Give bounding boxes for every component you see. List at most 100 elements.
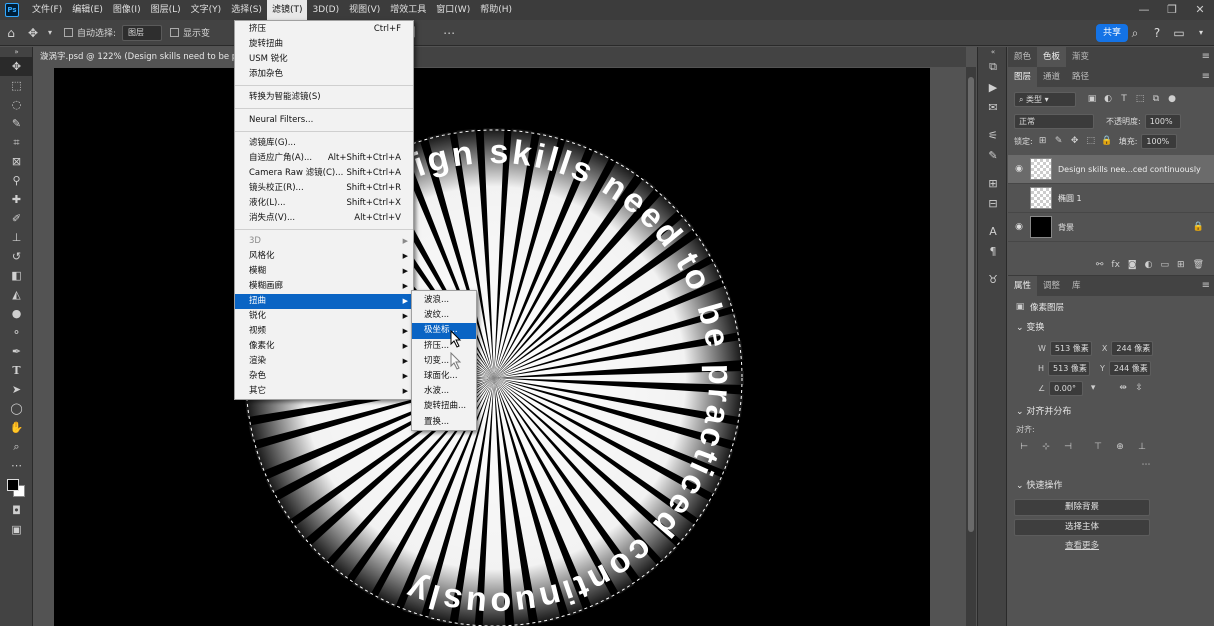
filter-menu-item[interactable]: 风格化 ▶ — [235, 249, 413, 264]
filter-shape-icon[interactable]: ⬚ — [1134, 94, 1146, 104]
character-icon[interactable]: A — [978, 221, 1008, 241]
paint-bucket-tool-icon[interactable]: ◭ — [0, 285, 33, 304]
crop-tool-icon[interactable]: ⌗ — [0, 133, 33, 152]
opacity-field[interactable]: 100% — [1144, 113, 1181, 129]
play-actions-icon[interactable]: ▶ — [978, 77, 1008, 97]
chevron-down-icon[interactable]: ▾ — [1087, 383, 1099, 393]
menu-layer[interactable]: 图层(L) — [146, 0, 186, 20]
panel-collapse-icon[interactable]: « — [978, 47, 1008, 57]
tab-layers[interactable]: 图层 — [1008, 67, 1038, 87]
filter-menu-item[interactable]: Camera Raw 滤镜(C)... Shift+Ctrl+A — [235, 166, 413, 181]
fill-field[interactable]: 100% — [1141, 133, 1178, 149]
filter-toggle-icon[interactable]: ● — [1166, 94, 1178, 104]
align-bottom-icon[interactable]: ⊥ — [1136, 442, 1148, 452]
angle-field[interactable]: 0.00° — [1049, 380, 1084, 396]
filter-menu-item[interactable]: 旋转扭曲 — [235, 37, 413, 52]
quick-mask-icon[interactable]: ◘ — [0, 501, 33, 520]
link-layers-icon[interactable]: ⚯ — [1096, 260, 1104, 270]
filter-adjustment-icon[interactable]: ◐ — [1102, 94, 1114, 104]
auto-select-checkbox[interactable] — [64, 28, 73, 37]
see-more-link[interactable]: 查看更多 — [1014, 539, 1150, 551]
filter-menu-item[interactable]: 杂色 ▶ — [235, 369, 413, 384]
layer-style-icon[interactable]: fx — [1111, 260, 1120, 270]
toolbar-collapse-icon[interactable]: » — [0, 47, 33, 57]
hand-tool-icon[interactable]: ✋ — [0, 418, 33, 437]
eye-icon[interactable]: ◉ — [1008, 164, 1030, 174]
brush-tool-icon[interactable]: ✐ — [0, 209, 33, 228]
chevron-down-icon[interactable]: ▾ — [44, 22, 56, 44]
document-canvas[interactable]: Design skills need to be practiced conti… — [54, 68, 930, 626]
puppet-icon[interactable]: ♉ — [978, 269, 1008, 289]
filter-menu-item[interactable]: 自适应广角(A)... Alt+Shift+Ctrl+A — [235, 151, 413, 166]
layer-row-background[interactable]: ◉ 背景 🔒 — [1008, 213, 1214, 242]
layer-kind-filter[interactable]: ⌕ 类型 ▾ — [1014, 91, 1076, 107]
menu-view[interactable]: 视图(V) — [344, 0, 385, 20]
align-right-icon[interactable]: ⊣ — [1062, 442, 1074, 452]
x-field[interactable]: 244 像素 — [1111, 340, 1154, 356]
history-brush-tool-icon[interactable]: ↺ — [0, 247, 33, 266]
document-tab[interactable]: 漩涡字.psd @ 122% (Design skills need to be… — [34, 47, 234, 67]
eye-icon[interactable]: ◉ — [1008, 222, 1030, 232]
minimize-icon[interactable]: — — [1130, 0, 1158, 20]
tab-swatches[interactable]: 色板 — [1037, 47, 1067, 67]
filter-menu-item[interactable]: 液化(L)... Shift+Ctrl+X — [235, 196, 413, 211]
lock-all-icon[interactable]: 🔒 — [1101, 136, 1113, 146]
align-section-title[interactable]: ⌄ 对齐并分布 — [1008, 402, 1214, 422]
healing-brush-tool-icon[interactable]: ✚ — [0, 190, 33, 209]
foreground-color-swatch[interactable] — [7, 479, 19, 491]
more-options-icon[interactable]: ⋯ — [1140, 460, 1152, 470]
flip-horizontal-icon[interactable]: ⇹ — [1117, 383, 1129, 393]
tab-paths[interactable]: 路径 — [1066, 67, 1095, 87]
frame-tool-icon[interactable]: ⊠ — [0, 152, 33, 171]
delete-layer-icon[interactable]: 🗑 — [1193, 260, 1204, 270]
filter-menu-item[interactable]: 其它 ▶ — [235, 384, 413, 399]
chevron-down-icon[interactable]: ▾ — [1194, 24, 1208, 42]
lock-transparent-icon[interactable]: ⊞ — [1037, 136, 1049, 146]
pen-tool-icon[interactable]: ✒ — [0, 342, 33, 361]
new-group-icon[interactable]: ▭ — [1161, 260, 1170, 270]
path-selection-tool-icon[interactable]: ➤ — [0, 380, 33, 399]
quick-actions-title[interactable]: ⌄ 快速操作 — [1008, 476, 1214, 496]
filter-menu-item[interactable]: 像素化 ▶ — [235, 339, 413, 354]
more-tools-icon[interactable]: ⋯ — [0, 456, 33, 475]
menu-filter[interactable]: 滤镜(T) — [266, 0, 308, 20]
layer-row-ellipse[interactable]: ◉ 椭圆 1 — [1008, 184, 1214, 213]
align-top-icon[interactable]: ⊤ — [1092, 442, 1104, 452]
filter-menu-item[interactable]: 镜头校正(R)... Shift+Ctrl+R — [235, 181, 413, 196]
distort-submenu-item[interactable]: 旋转扭曲... — [412, 399, 476, 414]
share-button[interactable]: 共享 — [1096, 24, 1128, 42]
filter-menu-item[interactable]: 渲染 ▶ — [235, 354, 413, 369]
filter-menu-item[interactable]: 转换为智能滤镜(S) — [235, 90, 413, 105]
canvas-area[interactable]: Design skills need to be practiced conti… — [34, 67, 966, 626]
panel-menu-icon[interactable]: ≡ — [1202, 47, 1210, 67]
scrollbar-thumb[interactable] — [968, 77, 974, 532]
filter-type-icon[interactable]: T — [1118, 94, 1130, 104]
more-options-icon[interactable]: ⋯ — [438, 22, 460, 44]
show-transform-checkbox[interactable] — [170, 28, 180, 37]
tab-libraries[interactable]: 库 — [1066, 276, 1087, 296]
clone-stamp-tool-icon[interactable]: ⊥ — [0, 228, 33, 247]
blend-mode-dropdown[interactable]: 正常 — [1014, 113, 1094, 129]
brush-settings-icon[interactable]: ✎ — [978, 145, 1008, 165]
type-tool-icon[interactable]: T — [0, 361, 33, 380]
distort-submenu-item[interactable]: 波纹... — [412, 308, 476, 323]
distort-submenu-item[interactable]: 球面化... — [412, 369, 476, 384]
eyedropper-tool-icon[interactable]: ⚲ — [0, 171, 33, 190]
tab-adjustments[interactable]: 调整 — [1037, 276, 1066, 296]
auto-select-dropdown[interactable]: 图层 — [122, 24, 163, 41]
lock-artboard-icon[interactable]: ⬚ — [1085, 136, 1097, 146]
align-middle-icon[interactable]: ⊕ — [1114, 442, 1126, 452]
filter-menu-item[interactable]: Neural Filters... — [235, 113, 413, 128]
vertical-scrollbar[interactable] — [966, 67, 976, 626]
tab-color[interactable]: 颜色 — [1008, 47, 1037, 67]
filter-smart-object-icon[interactable]: ⧉ — [1150, 94, 1162, 104]
filter-menu-item[interactable]: 模糊画廊 ▶ — [235, 279, 413, 294]
menu-plugins[interactable]: 增效工具 — [385, 0, 431, 20]
distort-submenu-item[interactable]: 挤压... — [412, 339, 476, 354]
search-icon[interactable]: ⌕ — [1128, 24, 1142, 42]
tab-gradient[interactable]: 渐变 — [1066, 47, 1095, 67]
zoom-tool-icon[interactable]: ⌕ — [0, 437, 33, 456]
screen-mode-icon[interactable]: ▣ — [0, 520, 33, 539]
height-field[interactable]: 513 像素 — [1048, 360, 1091, 376]
blur-tool-icon[interactable]: ● — [0, 304, 33, 323]
